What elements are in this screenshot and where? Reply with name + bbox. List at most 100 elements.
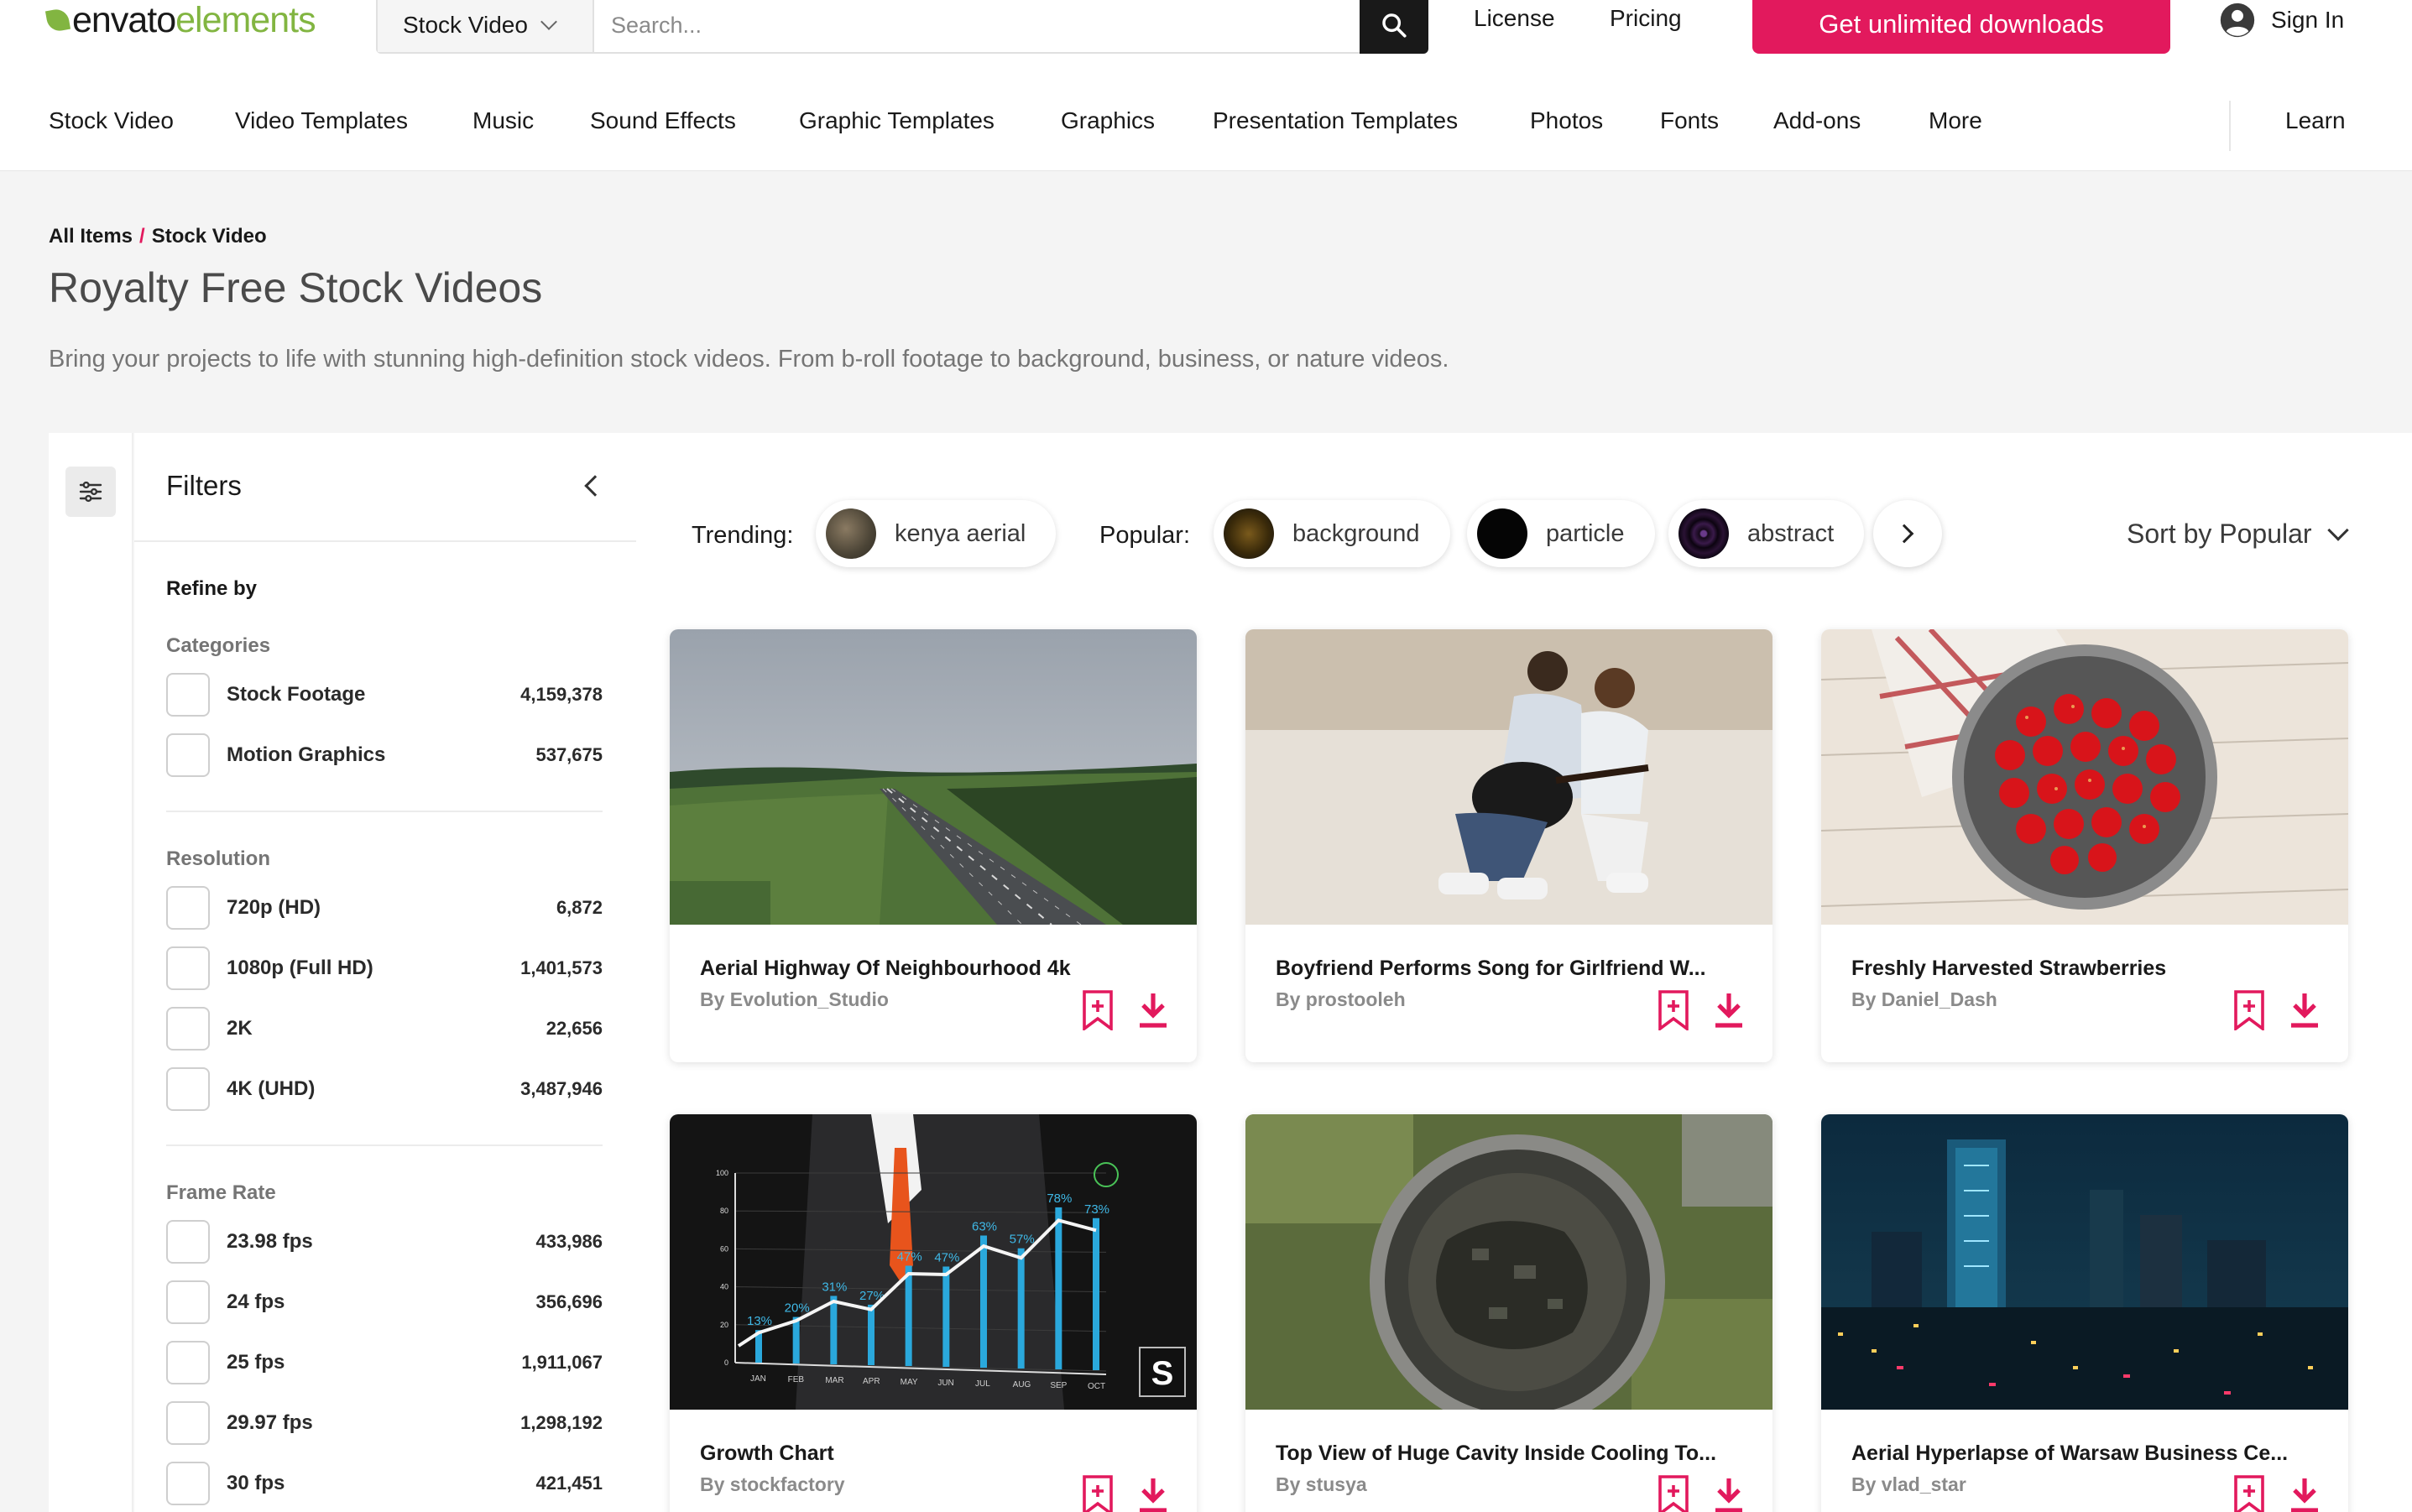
nav-item-add-ons[interactable]: Add-ons xyxy=(1773,107,1861,134)
filter-option-23-98-fps[interactable]: 23.98 fps 433,986 xyxy=(166,1220,603,1264)
filter-option-1080p[interactable]: 1080p (Full HD) 1,401,573 xyxy=(166,946,603,990)
video-author[interactable]: By stockfactory xyxy=(700,1473,845,1496)
video-card[interactable]: Aerial Highway Of Neighbourhood 4k By Ev… xyxy=(670,629,1197,1062)
checkbox[interactable] xyxy=(166,1401,210,1445)
filter-option-count: 22,656 xyxy=(546,1018,603,1039)
video-title[interactable]: Aerial Highway Of Neighbourhood 4k xyxy=(700,957,1071,981)
video-author[interactable]: By vlad_star xyxy=(1851,1473,1966,1496)
tag-pill-kenya-aerial[interactable]: kenya aerial xyxy=(816,500,1057,567)
filter-option-25-fps[interactable]: 25 fps 1,911,067 xyxy=(166,1341,603,1384)
bookmark-add-icon[interactable] xyxy=(1081,990,1115,1030)
video-title[interactable]: Boyfriend Performs Song for Girlfriend W… xyxy=(1276,957,1706,981)
video-title[interactable]: Growth Chart xyxy=(700,1442,834,1466)
video-author[interactable]: By Evolution_Studio xyxy=(700,988,889,1011)
checkbox[interactable] xyxy=(166,886,210,930)
bookmark-add-icon[interactable] xyxy=(1081,1475,1115,1512)
chart-month-label: FEB xyxy=(788,1375,805,1384)
tags-next-button[interactable] xyxy=(1873,500,1942,567)
video-author[interactable]: By prostooleh xyxy=(1276,988,1406,1011)
checkbox[interactable] xyxy=(166,1007,210,1051)
video-author[interactable]: By stusya xyxy=(1276,1473,1367,1496)
nav-item-presentation-templates[interactable]: Presentation Templates xyxy=(1213,107,1458,134)
video-thumbnail[interactable]: 100 80 60 40 20 0 13% 20% 31% 27% 47% 47% 63% 57% 78%… xyxy=(670,1114,1197,1410)
download-icon[interactable] xyxy=(2288,1477,2321,1512)
page-title: Royalty Free Stock Videos xyxy=(49,264,543,311)
bookmark-add-icon[interactable] xyxy=(1657,1475,1690,1512)
collapse-filters-chevron-icon[interactable] xyxy=(584,475,606,497)
video-thumbnail[interactable] xyxy=(1245,1114,1772,1410)
search-button[interactable] xyxy=(1360,0,1428,54)
download-icon[interactable] xyxy=(2288,992,2321,1029)
filter-group-title-categories: Categories xyxy=(166,634,271,657)
checkbox[interactable] xyxy=(166,673,210,717)
video-card[interactable]: Aerial Hyperlapse of Warsaw Business Ce.… xyxy=(1821,1114,2348,1512)
pricing-link[interactable]: Pricing xyxy=(1610,5,1682,32)
nav-item-fonts[interactable]: Fonts xyxy=(1660,107,1719,134)
envato-elements-logo[interactable]: envato elements xyxy=(44,0,316,40)
video-card[interactable]: Boyfriend Performs Song for Girlfriend W… xyxy=(1245,629,1772,1062)
video-author[interactable]: By Daniel_Dash xyxy=(1851,988,1997,1011)
checkbox[interactable] xyxy=(166,1462,210,1505)
bookmark-add-icon[interactable] xyxy=(1657,990,1690,1030)
search-category-select[interactable]: Stock Video xyxy=(378,0,594,52)
nav-item-photos[interactable]: Photos xyxy=(1530,107,1603,134)
filter-toggle-button[interactable] xyxy=(65,467,116,517)
video-card[interactable]: 100 80 60 40 20 0 13% 20% 31% 27% 47% 47% 63% 57% 78%… xyxy=(670,1114,1197,1512)
get-unlimited-downloads-button[interactable]: Get unlimited downloads xyxy=(1752,0,2170,54)
filter-option-motion-graphics[interactable]: Motion Graphics 537,675 xyxy=(166,733,603,777)
tag-pill-abstract[interactable]: abstract xyxy=(1668,500,1865,567)
video-thumbnail[interactable] xyxy=(670,629,1197,925)
breadcrumb-all-items[interactable]: All Items xyxy=(49,225,133,248)
user-avatar-icon xyxy=(2220,3,2255,38)
license-link[interactable]: License xyxy=(1474,5,1555,32)
popular-label: Popular: xyxy=(1099,522,1191,549)
sort-dropdown[interactable]: Sort by Popular xyxy=(2127,519,2349,550)
nav-item-graphic-templates[interactable]: Graphic Templates xyxy=(799,107,995,134)
video-thumbnail[interactable] xyxy=(1245,629,1772,925)
filter-option-29-97-fps[interactable]: 29.97 fps 1,298,192 xyxy=(166,1401,603,1445)
video-card[interactable]: Top View of Huge Cavity Inside Cooling T… xyxy=(1245,1114,1772,1512)
tag-pill-particle[interactable]: particle xyxy=(1467,500,1655,567)
search-input[interactable] xyxy=(594,0,1360,52)
filter-option-30-fps[interactable]: 30 fps 421,451 xyxy=(166,1462,603,1505)
checkbox[interactable] xyxy=(166,1220,210,1264)
tag-pill-background[interactable]: background xyxy=(1214,500,1450,567)
filter-option-720p[interactable]: 720p (HD) 6,872 xyxy=(166,886,603,930)
video-title[interactable]: Top View of Huge Cavity Inside Cooling T… xyxy=(1276,1442,1716,1466)
chart-month-label: AUG xyxy=(1013,1380,1031,1389)
nav-item-video-templates[interactable]: Video Templates xyxy=(235,107,408,134)
nav-item-music[interactable]: Music xyxy=(472,107,534,134)
filter-option-label: 23.98 fps xyxy=(227,1230,313,1253)
bookmark-add-icon[interactable] xyxy=(2232,990,2266,1030)
filter-option-24-fps[interactable]: 24 fps 356,696 xyxy=(166,1280,603,1324)
bookmark-add-icon[interactable] xyxy=(2232,1475,2266,1512)
nav-item-sound-effects[interactable]: Sound Effects xyxy=(590,107,736,134)
nav-item-stock-video[interactable]: Stock Video xyxy=(49,107,174,134)
download-icon[interactable] xyxy=(1136,1477,1170,1512)
download-icon[interactable] xyxy=(1136,992,1170,1029)
checkbox[interactable] xyxy=(166,1067,210,1111)
nav-item-more[interactable]: More xyxy=(1929,107,1982,134)
checkbox[interactable] xyxy=(166,1341,210,1384)
sign-in-button[interactable]: Sign In xyxy=(2219,0,2344,40)
checkbox[interactable] xyxy=(166,1280,210,1324)
checkbox[interactable] xyxy=(166,946,210,990)
video-title[interactable]: Freshly Harvested Strawberries xyxy=(1851,957,2166,981)
filter-option-stock-footage[interactable]: Stock Footage 4,159,378 xyxy=(166,673,603,717)
breadcrumb-stock-video[interactable]: Stock Video xyxy=(152,225,267,248)
nav-item-learn[interactable]: Learn xyxy=(2285,107,2346,134)
video-thumbnail[interactable] xyxy=(1821,629,2348,925)
download-icon[interactable] xyxy=(1712,1477,1746,1512)
chart-y-tick: 80 xyxy=(720,1207,728,1215)
download-icon[interactable] xyxy=(1712,992,1746,1029)
chart-y-tick: 100 xyxy=(716,1169,728,1177)
checkbox[interactable] xyxy=(166,733,210,777)
video-thumbnail[interactable] xyxy=(1821,1114,2348,1410)
filter-option-4k[interactable]: 4K (UHD) 3,487,946 xyxy=(166,1067,603,1111)
chart-bar xyxy=(868,1304,874,1365)
filter-option-2k[interactable]: 2K 22,656 xyxy=(166,1007,603,1051)
video-title[interactable]: Aerial Hyperlapse of Warsaw Business Ce.… xyxy=(1851,1442,2288,1466)
tag-thumbnail xyxy=(1678,508,1729,559)
video-card[interactable]: Freshly Harvested Strawberries By Daniel… xyxy=(1821,629,2348,1062)
nav-item-graphics[interactable]: Graphics xyxy=(1061,107,1155,134)
